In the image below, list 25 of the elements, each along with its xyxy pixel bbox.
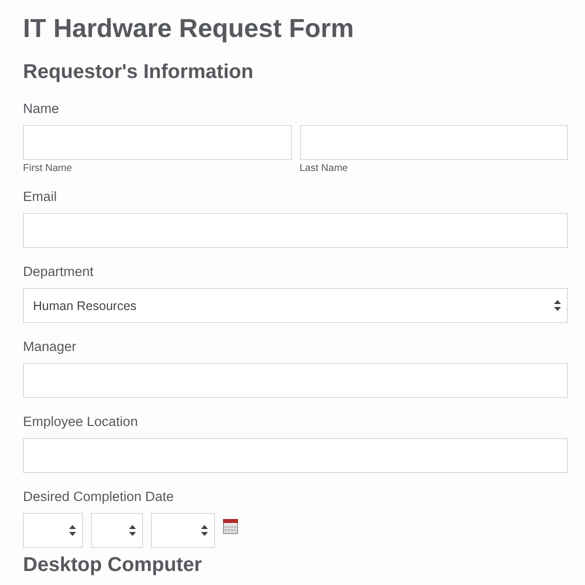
calendar-icon[interactable] xyxy=(223,519,238,534)
spinner-icon xyxy=(69,525,76,536)
input-field[interactable] xyxy=(23,363,568,398)
field-label: Department xyxy=(23,264,95,280)
field-label: Email xyxy=(23,189,58,205)
select-field[interactable] xyxy=(151,513,215,548)
select-field[interactable]: Human Resources xyxy=(23,288,568,323)
select-field[interactable] xyxy=(91,513,143,548)
input-field[interactable] xyxy=(23,125,292,160)
section-heading: Desktop Computer xyxy=(23,554,203,576)
field-sublabel: Last Name xyxy=(300,162,349,175)
field-label: Name xyxy=(23,101,60,117)
spinner-icon xyxy=(201,525,208,536)
input-field[interactable] xyxy=(23,438,568,473)
form-title: IT Hardware Request Form xyxy=(23,12,355,44)
field-label: Employee Location xyxy=(23,414,139,430)
input-field[interactable] xyxy=(300,125,568,160)
field-label: Manager xyxy=(23,339,78,355)
select-field[interactable] xyxy=(23,513,83,548)
input-field[interactable] xyxy=(23,213,568,248)
field-label: Desired Completion Date xyxy=(23,489,175,505)
spinner-icon xyxy=(554,300,561,311)
section-heading: Requestor's Information xyxy=(23,60,254,85)
spinner-icon xyxy=(129,525,136,536)
field-sublabel: First Name xyxy=(23,162,73,175)
